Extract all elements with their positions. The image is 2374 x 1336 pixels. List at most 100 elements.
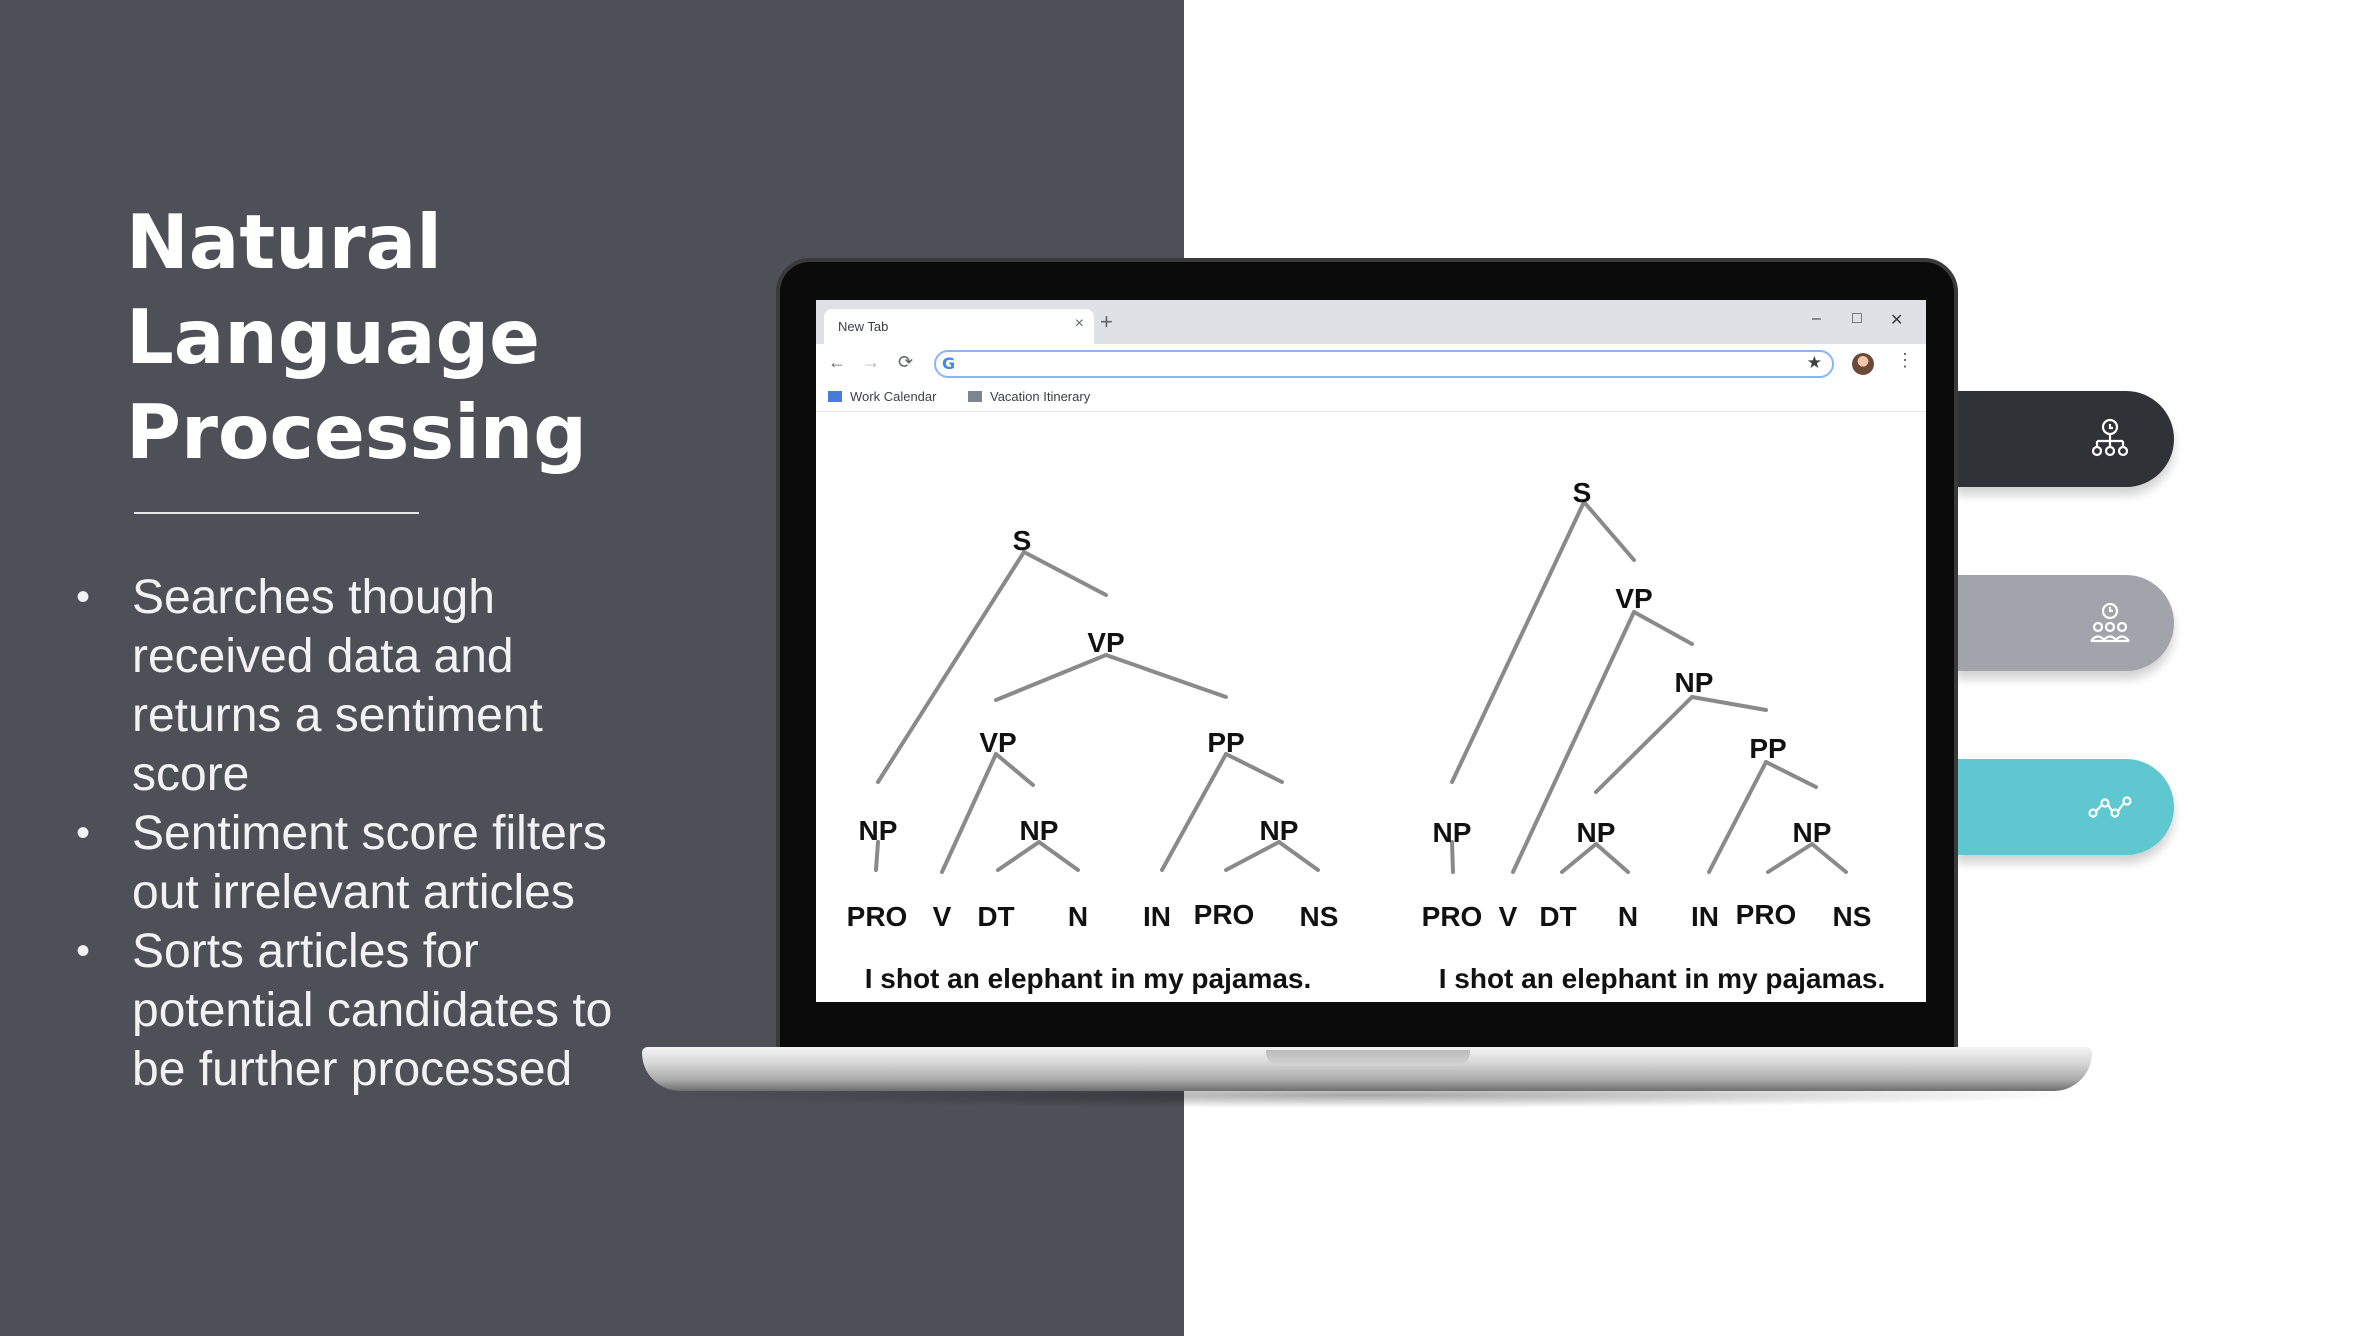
bullet-dot-icon: • <box>76 575 91 619</box>
tree-node-label: S <box>1573 477 1592 508</box>
side-tab-hierarchy[interactable] <box>1956 391 2174 487</box>
bullet-text: Searches though received data and return… <box>132 571 543 801</box>
reload-icon[interactable]: ⟳ <box>898 352 913 373</box>
tree-edge <box>1690 695 1768 712</box>
side-tab-team[interactable] <box>1956 575 2174 671</box>
tree-node-label: VP <box>1615 583 1652 614</box>
tree-edge <box>996 840 1041 872</box>
google-logo-icon: G <box>942 354 956 373</box>
tree-edge <box>994 752 1035 787</box>
browser-tab[interactable]: New Tab × <box>824 309 1094 344</box>
left-tree-sentence: I shot an elephant in my pajamas. <box>865 963 1312 994</box>
tree-node-label: NP <box>1260 815 1299 846</box>
tree-edge <box>1582 500 1636 562</box>
tree-edge <box>1224 752 1284 784</box>
parse-trees: S VP VP PP NP NP NP PRO V DT N IN PRO NS… <box>847 477 1886 994</box>
bullet-dot-icon: • <box>76 929 91 973</box>
bookmark-label: Vacation Itinerary <box>990 389 1091 404</box>
minimize-icon[interactable]: – <box>1812 310 1821 328</box>
maximize-icon[interactable]: □ <box>1852 310 1862 328</box>
bookmark-star-icon[interactable]: ★ <box>1807 353 1822 373</box>
browser-tab-strip: New Tab × + – □ ✕ <box>816 300 1926 344</box>
bullet-text: Sentiment score filters out irrelevant a… <box>132 807 607 919</box>
bookmarks-bar: Work Calendar Vacation Itinerary <box>816 384 1926 412</box>
tree-leaf-label: IN <box>1691 901 1719 932</box>
tree-node-label: PP <box>1749 733 1786 764</box>
tree-edge <box>1707 760 1768 874</box>
tree-edge <box>1037 840 1080 872</box>
bullet-item: • Sentiment score filters out irrelevant … <box>70 804 630 922</box>
laptop-screen: New Tab × + – □ ✕ ← → ⟳ G ★ ⋮ Work Calen… <box>816 300 1926 1002</box>
title-line-1: Natural <box>126 198 442 286</box>
tree-node-label: NP <box>1020 815 1059 846</box>
title-divider <box>134 512 419 514</box>
tree-leaf-label: DT <box>1539 901 1576 932</box>
tree-edge <box>1632 610 1694 646</box>
bullet-dot-icon: • <box>76 811 91 855</box>
tree-edge <box>874 840 880 872</box>
side-tab-graph[interactable] <box>1956 759 2174 855</box>
tree-edge <box>940 752 998 874</box>
slide-title: Natural Language Processing <box>126 195 686 480</box>
tab-title: New Tab <box>838 319 889 334</box>
tree-leaf-label: PRO <box>1194 899 1255 930</box>
tree-leaf-label: PRO <box>1422 901 1483 932</box>
tree-edge <box>994 653 1108 702</box>
tree-node-label: NP <box>859 815 898 846</box>
bullet-item: • Searches though received data and retur… <box>70 568 630 804</box>
title-line-2: Language <box>126 293 541 381</box>
hierarchy-icon <box>2091 418 2129 457</box>
tree-node-label: NP <box>1577 817 1616 848</box>
bookmark-work-calendar[interactable]: Work Calendar <box>828 389 936 404</box>
tree-edge <box>1104 653 1228 699</box>
tree-node-label: NP <box>1793 817 1832 848</box>
tab-close-icon[interactable]: × <box>1075 315 1084 333</box>
calendar-icon <box>828 391 842 402</box>
tree-edge <box>1224 840 1281 872</box>
tree-leaf-label: N <box>1068 901 1088 932</box>
title-line-3: Processing <box>126 388 587 476</box>
tree-leaf-label: V <box>1499 901 1518 932</box>
close-window-icon[interactable]: ✕ <box>1890 310 1903 330</box>
tree-edge <box>1022 550 1108 597</box>
tree-leaf-label: IN <box>1143 901 1171 932</box>
tree-edge <box>1560 842 1598 874</box>
tree-node-label: VP <box>1087 627 1124 658</box>
tree-edge <box>1766 842 1814 874</box>
tree-node-label: PP <box>1207 727 1244 758</box>
tree-node-label: S <box>1013 525 1032 556</box>
menu-icon[interactable]: ⋮ <box>1896 350 1914 371</box>
team-icon <box>2090 602 2130 643</box>
tree-edge <box>1594 842 1630 874</box>
address-bar[interactable]: G ★ <box>934 350 1834 378</box>
tree-edge <box>1277 840 1320 872</box>
tree-leaf-label: V <box>933 901 952 932</box>
tree-leaf-label: NS <box>1300 901 1339 932</box>
back-icon[interactable]: ← <box>828 352 846 373</box>
tree-edge <box>1594 695 1694 794</box>
tree-edge <box>1810 842 1848 874</box>
bullet-list: • Searches though received data and retur… <box>70 568 630 1099</box>
tree-node-label: VP <box>979 727 1016 758</box>
forward-icon[interactable]: → <box>862 352 880 373</box>
tree-edge <box>1450 500 1586 784</box>
tree-edge <box>1764 760 1818 789</box>
bullet-item: • Sorts articles for potential candidates… <box>70 922 630 1099</box>
folder-icon <box>968 391 982 402</box>
tree-node-label: NP <box>1675 667 1714 698</box>
tree-leaf-label: DT <box>977 901 1014 932</box>
tree-edge <box>1160 752 1228 872</box>
right-tree-sentence: I shot an elephant in my pajamas. <box>1439 963 1886 994</box>
tree-leaf-label: NS <box>1833 901 1872 932</box>
laptop-notch <box>1266 1050 1470 1066</box>
tree-edge <box>1511 610 1636 874</box>
tree-node-label: NP <box>1433 817 1472 848</box>
tree-leaf-label: N <box>1618 901 1638 932</box>
new-tab-icon[interactable]: + <box>1100 309 1113 335</box>
profile-avatar[interactable] <box>1852 353 1874 375</box>
tree-labels: S VP VP PP NP NP NP PRO V DT N IN PRO NS… <box>847 477 1872 932</box>
bookmark-label: Work Calendar <box>850 389 937 404</box>
bookmark-vacation-itinerary[interactable]: Vacation Itinerary <box>968 389 1090 404</box>
tree-leaf-label: PRO <box>847 901 908 932</box>
line-graph-icon <box>2088 796 2132 818</box>
